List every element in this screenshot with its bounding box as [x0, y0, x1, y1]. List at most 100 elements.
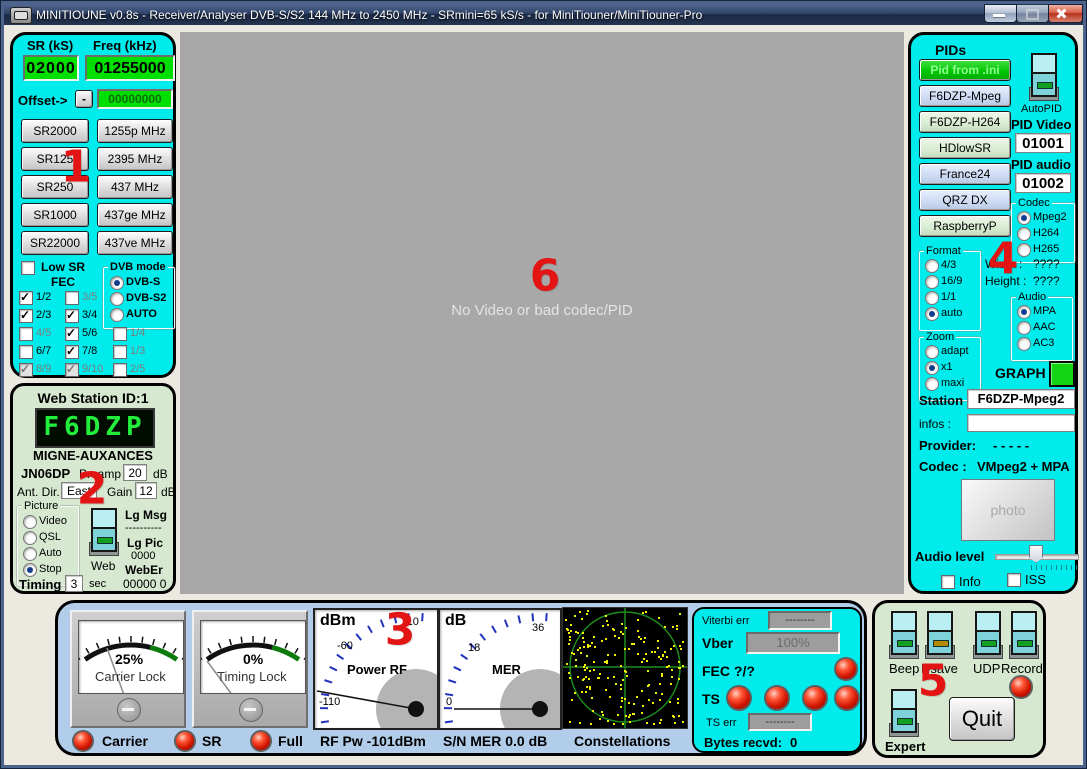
- fec-4-5-checkbox[interactable]: [19, 327, 33, 341]
- carrier-lock-adjust-knob[interactable]: [117, 698, 141, 722]
- offset-display[interactable]: 00000000: [97, 89, 173, 109]
- fec-6-7-label: 6/7: [36, 345, 51, 357]
- zoom-maxi-radio[interactable]: [925, 377, 939, 391]
- close-button[interactable]: [1048, 4, 1083, 23]
- format-16-9-radio[interactable]: [925, 275, 939, 289]
- dvb-s2-radio[interactable]: [110, 292, 124, 306]
- vber-readout: 100%: [746, 632, 840, 654]
- ts-err-readout: --------: [748, 713, 812, 731]
- fec-1-2-checkbox[interactable]: [19, 291, 33, 305]
- audio-mpa-radio[interactable]: [1017, 305, 1031, 319]
- fec-8-9-checkbox[interactable]: [19, 363, 33, 377]
- fec-2-3-checkbox[interactable]: [19, 309, 33, 323]
- ts-err-label: TS err: [706, 717, 737, 729]
- title-bar[interactable]: MINITIOUNE v0.8s - Receiver/Analyser DVB…: [4, 4, 1083, 25]
- sr-preset-button-4[interactable]: SR1000: [21, 203, 89, 227]
- pid-audio-field[interactable]: 01002: [1015, 173, 1071, 193]
- power-rf-meter: dBm -10 -60 Power RF -110: [313, 608, 439, 730]
- fec-7-8-checkbox[interactable]: [65, 345, 79, 359]
- fec-7-8-label: 7/8: [82, 345, 97, 357]
- constellations-caption: Constellations: [574, 733, 670, 749]
- sr-preset-button-1[interactable]: SR2000: [21, 119, 89, 143]
- timing-lock-adjust-knob[interactable]: [239, 698, 263, 722]
- beep-toggle-switch[interactable]: [889, 611, 917, 659]
- freq-preset-button-5[interactable]: 437ve MHz: [97, 231, 173, 255]
- fec-1-4-label: 1/4: [130, 327, 145, 339]
- fec-1-3-checkbox[interactable]: [113, 345, 127, 359]
- pid-preset-button-f6dzp-h264[interactable]: F6DZP-H264: [919, 111, 1011, 133]
- pid-preset-button-ini[interactable]: Pid from .ini: [919, 59, 1011, 81]
- freq-preset-button-4[interactable]: 437ge MHz: [97, 203, 173, 227]
- pid-preset-button-qrzdx[interactable]: QRZ DX: [919, 189, 1011, 211]
- audio-aac-radio[interactable]: [1017, 321, 1031, 335]
- codec-mpeg2-label: Mpeg2: [1033, 211, 1067, 223]
- infos-label: infos :: [919, 417, 951, 431]
- fec-3-5-checkbox[interactable]: [65, 291, 79, 305]
- fec-9-10-checkbox[interactable]: [65, 363, 79, 377]
- timing-field[interactable]: 3: [65, 575, 83, 592]
- fec-3-4-checkbox[interactable]: [65, 309, 79, 323]
- zoom-group-title: Zoom: [924, 331, 956, 343]
- audio-ac3-label: AC3: [1033, 337, 1054, 349]
- codec-h264-radio[interactable]: [1017, 227, 1031, 241]
- dvb-auto-radio[interactable]: [110, 308, 124, 322]
- freq-preset-button-1[interactable]: 1255p MHz: [97, 119, 173, 143]
- offset-minus-button[interactable]: -: [75, 90, 93, 108]
- format-auto-radio[interactable]: [925, 307, 939, 321]
- pid-preset-button-hdlowsr[interactable]: HDlowSR: [919, 137, 1011, 159]
- zoom-adapt-radio[interactable]: [925, 345, 939, 359]
- codec-mpeg2-radio[interactable]: [1017, 211, 1031, 225]
- freq-preset-button-3[interactable]: 437 MHz: [97, 175, 173, 199]
- pid-preset-button-france24[interactable]: France24: [919, 163, 1011, 185]
- iss-checkbox[interactable]: [1007, 573, 1021, 587]
- format-4-3-radio[interactable]: [925, 259, 939, 273]
- zoom-x1-radio[interactable]: [925, 361, 939, 375]
- sr-preset-button-5[interactable]: SR22000: [21, 231, 89, 255]
- gain-field[interactable]: 12: [135, 482, 157, 499]
- picture-auto-radio[interactable]: [23, 547, 37, 561]
- dvb-s-radio[interactable]: [110, 276, 124, 290]
- power-rf-caption: Power RF: [347, 662, 407, 677]
- dsave-toggle-switch[interactable]: [925, 611, 953, 659]
- pid-audio-label: PID audio: [1011, 157, 1071, 172]
- record-toggle-switch[interactable]: [1009, 611, 1037, 659]
- sr-display[interactable]: 02000: [23, 55, 79, 81]
- low-sr-checkbox[interactable]: [21, 261, 35, 275]
- photo-button[interactable]: photo: [961, 479, 1055, 541]
- expert-toggle-switch[interactable]: [889, 689, 917, 737]
- maximize-button[interactable]: [1016, 4, 1049, 23]
- picture-qsl-radio[interactable]: [23, 531, 37, 545]
- info-checkbox[interactable]: [941, 575, 955, 589]
- pid-video-field[interactable]: 01001: [1015, 133, 1071, 153]
- autopid-toggle-switch[interactable]: [1029, 53, 1057, 101]
- fec-4-5-label: 4/5: [36, 327, 51, 339]
- codec-h265-label: H265: [1033, 243, 1059, 255]
- station-label: Station: [919, 393, 963, 408]
- pid-preset-button-f6dzp-mpeg[interactable]: F6DZP-Mpeg: [919, 85, 1011, 107]
- station-field[interactable]: F6DZP-Mpeg2: [967, 389, 1075, 409]
- fec-2-5-checkbox[interactable]: [113, 363, 127, 377]
- infos-field[interactable]: [967, 414, 1075, 432]
- fec-2-3-label: 2/3: [36, 309, 51, 321]
- udp-toggle-switch[interactable]: [973, 611, 1001, 659]
- format-1-1-radio[interactable]: [925, 291, 939, 305]
- audio-ac3-radio[interactable]: [1017, 337, 1031, 351]
- minimize-button[interactable]: [984, 4, 1017, 23]
- audio-level-slider-thumb[interactable]: [1029, 545, 1043, 563]
- freq-display[interactable]: 01255000: [85, 55, 175, 81]
- preamp-field[interactable]: 20: [123, 464, 147, 481]
- viterbi-readout: --------: [768, 611, 832, 630]
- picture-stop-radio[interactable]: [23, 563, 37, 577]
- fec-6-7-checkbox[interactable]: [19, 345, 33, 359]
- picture-video-radio[interactable]: [23, 515, 37, 529]
- codec-h265-radio[interactable]: [1017, 243, 1031, 257]
- web-toggle-switch[interactable]: [89, 508, 117, 556]
- fec-5-6-checkbox[interactable]: [65, 327, 79, 341]
- graph-indicator[interactable]: [1049, 361, 1075, 387]
- annotation-1: 1: [61, 142, 92, 193]
- freq-preset-button-2[interactable]: 2395 MHz: [97, 147, 173, 171]
- fec-1-4-checkbox[interactable]: [113, 327, 127, 341]
- quit-button[interactable]: Quit: [949, 697, 1015, 741]
- ts-led-1: [726, 685, 752, 711]
- format-auto-label: auto: [941, 307, 962, 319]
